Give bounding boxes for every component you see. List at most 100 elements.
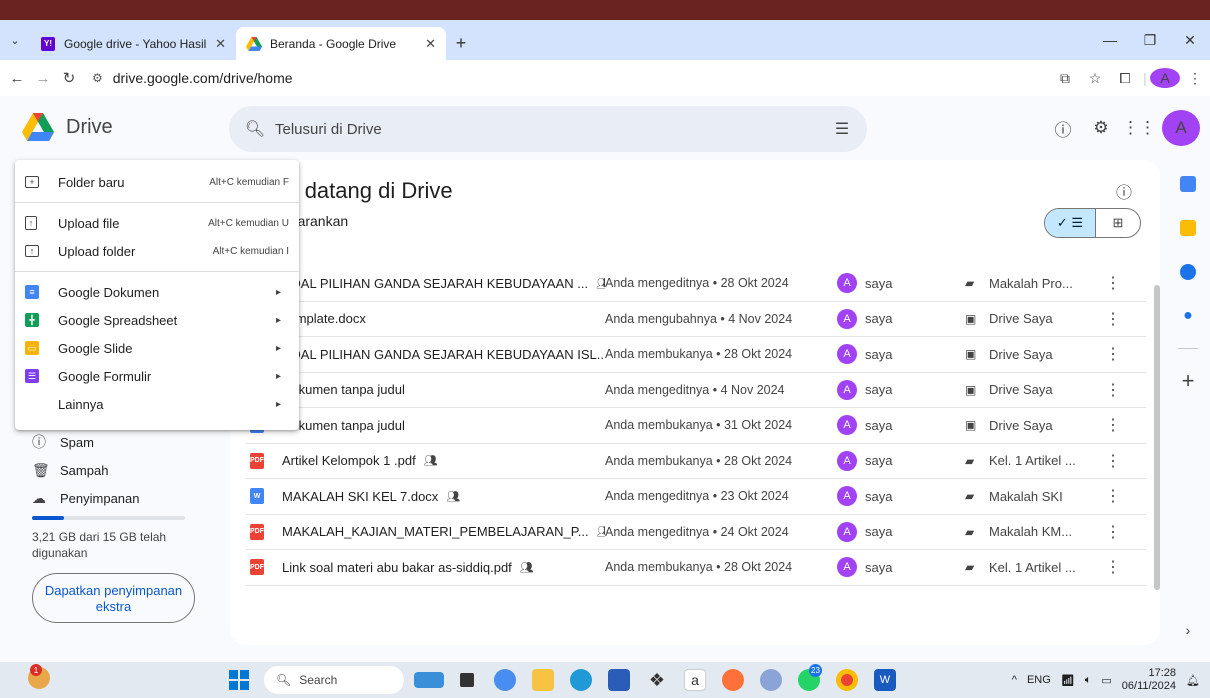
- file-row[interactable]: ≡SOAL PILIHAN GANDA SEJARAH KEBUDAYAAN I…: [246, 337, 1146, 373]
- list-view-button[interactable]: ✓ ☰: [1045, 209, 1095, 237]
- chevron-right-icon[interactable]: ›: [1166, 622, 1210, 638]
- file-location[interactable]: ▰ Makalah KM...: [965, 524, 1103, 539]
- browser-app-icon[interactable]: [752, 662, 790, 698]
- app-name[interactable]: Drive: [66, 116, 113, 139]
- widgets-icon[interactable]: [410, 662, 448, 698]
- file-location[interactable]: ▣ Drive Saya: [965, 382, 1103, 397]
- tab-search-button[interactable]: ⌄: [0, 20, 30, 60]
- file-name[interactable]: Link soal materi abu bakar as-siddiq.pdf…: [282, 560, 605, 575]
- more-actions-icon[interactable]: ⋮: [1103, 309, 1123, 329]
- drive-logo-icon[interactable]: [22, 113, 54, 141]
- file-name[interactable]: SOAL PILIHAN GANDA SEJARAH KEBUDAYAAN ..…: [282, 276, 605, 291]
- firefox-icon[interactable]: [714, 662, 752, 698]
- account-avatar[interactable]: A: [1162, 110, 1200, 146]
- grid-view-button[interactable]: ⊞: [1095, 209, 1140, 237]
- minimize-icon[interactable]: —: [1090, 20, 1130, 60]
- sidebar-item-trash[interactable]: 🗑︎ Sampah: [0, 456, 230, 484]
- menu-item-google-sheets[interactable]: ╋ Google Spreadsheet ▸: [15, 306, 299, 334]
- new-tab-button[interactable]: +: [446, 27, 476, 60]
- browser-tab-yahoo[interactable]: Y! Google drive - Yahoo Hasil Penc ✕: [30, 27, 236, 60]
- sidebar-item-spam[interactable]: ⓘ Spam: [0, 428, 230, 456]
- more-actions-icon[interactable]: ⋮: [1103, 522, 1123, 542]
- notification-bell-icon[interactable]: 🔔︎: [1186, 674, 1200, 687]
- contacts-app-icon[interactable]: ●: [1166, 294, 1210, 338]
- bookmark-star-icon[interactable]: ☆: [1080, 70, 1110, 87]
- file-location[interactable]: ▣ Drive Saya: [965, 418, 1103, 433]
- file-name[interactable]: Artikel Kelompok 1 .pdf 👥︎: [282, 453, 605, 468]
- battery-icon[interactable]: ▭: [1101, 674, 1111, 687]
- menu-item-more[interactable]: Lainnya ▸: [15, 390, 299, 418]
- wifi-icon[interactable]: 📶︎: [1061, 674, 1075, 687]
- settings-gear-icon[interactable]: ⚙: [1082, 110, 1120, 146]
- url-field[interactable]: ⚙ drive.google.com/drive/home: [82, 63, 1050, 93]
- file-location[interactable]: ▰ Makalah Pro...: [965, 276, 1103, 291]
- file-row[interactable]: PDF Link soal materi abu bakar as-siddiq.…: [246, 550, 1146, 586]
- language-indicator[interactable]: ENG: [1027, 674, 1051, 686]
- back-button[interactable]: ←: [4, 63, 30, 93]
- file-name[interactable]: SOAL PILIHAN GANDA SEJARAH KEBUDAYAAN IS…: [282, 347, 605, 362]
- file-name[interactable]: MAKALAH SKI KEL 7.docx 👥︎: [282, 489, 605, 504]
- search-input[interactable]: Telusuri di Drive: [275, 121, 817, 138]
- file-location[interactable]: ▣ Drive Saya: [965, 311, 1103, 326]
- more-actions-icon[interactable]: ⋮: [1103, 380, 1123, 400]
- extensions-icon[interactable]: ⧠: [1110, 70, 1140, 87]
- close-tab-icon[interactable]: ✕: [425, 36, 436, 52]
- amazon-icon[interactable]: a: [676, 662, 714, 698]
- menu-item-upload-folder[interactable]: ↑ Upload folder Alt+C kemudian I: [15, 237, 299, 265]
- scrollbar-thumb[interactable]: [1154, 285, 1160, 590]
- calendar-app-icon[interactable]: [1166, 162, 1210, 206]
- more-actions-icon[interactable]: ⋮: [1103, 557, 1123, 577]
- file-row[interactable]: ≡Dokumen tanpa judulAnda membukanya • 31…: [246, 408, 1146, 444]
- site-info-icon[interactable]: ⚙: [92, 71, 103, 85]
- task-view-icon[interactable]: [448, 662, 486, 698]
- menu-item-google-forms[interactable]: ☰ Google Formulir ▸: [15, 362, 299, 390]
- more-actions-icon[interactable]: ⋮: [1103, 415, 1123, 435]
- store-icon[interactable]: [600, 662, 638, 698]
- file-name[interactable]: Template.docx: [282, 311, 605, 326]
- sidebar-item-storage[interactable]: ☁ Penyimpanan: [0, 484, 230, 512]
- edge-icon[interactable]: [562, 662, 600, 698]
- reload-button[interactable]: ↻: [56, 63, 82, 93]
- menu-item-google-docs[interactable]: ≡ Google Dokumen ▸: [15, 278, 299, 306]
- clock[interactable]: 17:28 06/11/2024: [1122, 667, 1176, 693]
- info-icon[interactable]: ⓘ: [1116, 179, 1132, 203]
- chrome-icon[interactable]: [828, 662, 866, 698]
- file-name[interactable]: Dokumen tanpa judul: [282, 418, 605, 433]
- more-actions-icon[interactable]: ⋮: [1103, 486, 1123, 506]
- search-options-icon[interactable]: ☰: [817, 119, 867, 139]
- file-location[interactable]: ▰ Makalah SKI: [965, 489, 1103, 504]
- menu-item-upload-file[interactable]: ↑ Upload file Alt+C kemudian U: [15, 209, 299, 237]
- word-icon[interactable]: W: [866, 662, 904, 698]
- browser-tab-drive[interactable]: Beranda - Google Drive ✕: [236, 27, 446, 60]
- taskbar-search[interactable]: 🔍︎ Search: [264, 666, 404, 694]
- file-location[interactable]: ▰ Kel. 1 Artikel ...: [965, 560, 1103, 575]
- file-row[interactable]: ≡SOAL PILIHAN GANDA SEJARAH KEBUDAYAAN .…: [246, 266, 1146, 302]
- forward-button[interactable]: →: [30, 63, 56, 93]
- apps-grid-icon[interactable]: ⋮⋮: [1120, 110, 1158, 146]
- help-icon[interactable]: ⓘ: [1044, 110, 1082, 146]
- windows-start-icon[interactable]: [220, 662, 258, 698]
- close-tab-icon[interactable]: ✕: [215, 36, 226, 52]
- dropbox-icon[interactable]: ❖: [638, 662, 676, 698]
- search-bar[interactable]: 🔍︎ Telusuri di Drive ☰: [229, 106, 867, 152]
- menu-item-google-slides[interactable]: ▭ Google Slide ▸: [15, 334, 299, 362]
- file-row[interactable]: ≡Template.docxAnda mengubahnya • 4 Nov 2…: [246, 302, 1146, 337]
- more-actions-icon[interactable]: ⋮: [1103, 451, 1123, 471]
- file-name[interactable]: MAKALAH_KAJIAN_MATERI_PEMBELAJARAN_P... 👥…: [282, 524, 605, 539]
- close-window-icon[interactable]: ✕: [1170, 20, 1210, 60]
- restore-icon[interactable]: ❐: [1130, 20, 1170, 60]
- install-app-icon[interactable]: ⧉: [1050, 70, 1080, 87]
- get-more-storage-button[interactable]: Dapatkan penyimpanan ekstra: [32, 573, 195, 623]
- file-explorer-icon[interactable]: [524, 662, 562, 698]
- add-app-icon[interactable]: +: [1166, 359, 1210, 403]
- file-row[interactable]: ≡Dokumen tanpa judulAnda mengeditnya • 4…: [246, 373, 1146, 408]
- file-row[interactable]: PDF Artikel Kelompok 1 .pdf 👥︎ Anda membuka…: [246, 444, 1146, 479]
- file-name[interactable]: Dokumen tanpa judul: [282, 382, 605, 397]
- whatsapp-icon[interactable]: 23: [790, 662, 828, 698]
- more-vert-icon[interactable]: ⋮: [1180, 70, 1210, 87]
- profile-button[interactable]: A: [1150, 68, 1180, 88]
- chevron-up-icon[interactable]: ^: [1012, 674, 1017, 686]
- tasks-app-icon[interactable]: [1166, 250, 1210, 294]
- copilot-icon[interactable]: [486, 662, 524, 698]
- keep-app-icon[interactable]: [1166, 206, 1210, 250]
